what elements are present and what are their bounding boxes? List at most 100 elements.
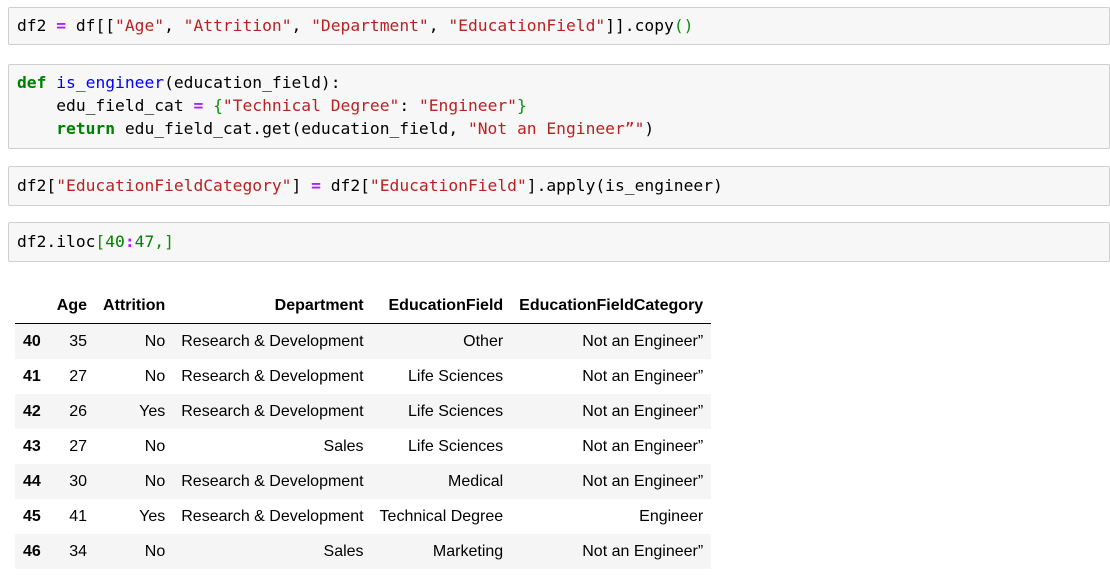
table-cell: Sales xyxy=(323,542,364,560)
table-cell: 27 xyxy=(69,437,88,455)
table-header-row: Age Attrition Department EducationField Educ… xyxy=(15,288,712,324)
table-cell: 26 xyxy=(69,402,88,420)
row-index: 46 xyxy=(23,542,41,560)
code-token: 40 xyxy=(105,232,125,251)
code-cell-4[interactable]: df2.iloc[40:47,] xyxy=(8,222,1110,262)
table-cell: No xyxy=(144,367,166,385)
code-token: "EducationField" xyxy=(369,176,527,195)
table-cell: Life Sciences xyxy=(408,437,504,455)
code-line: df2.iloc[40:47,] xyxy=(17,230,1101,253)
code-token: ]].copy xyxy=(605,16,674,35)
table-cell: Not an Engineer” xyxy=(582,332,704,350)
code-token: "EducationFieldCategory" xyxy=(56,176,292,195)
code-token: , xyxy=(428,16,449,35)
code-token: "Technical Degree" xyxy=(222,96,400,115)
code-cell-3[interactable]: df2["EducationFieldCategory"] = df2["Edu… xyxy=(8,166,1110,206)
code-line: edu_field_cat = {"Technical Degree": "En… xyxy=(17,94,1101,117)
table-cell: Not an Engineer” xyxy=(582,437,704,455)
code-cell-2[interactable]: def is_engineer(education_field): edu_fi… xyxy=(8,64,1110,149)
table-cell: Marketing xyxy=(432,542,504,560)
table-cell: Research & Development xyxy=(181,507,364,525)
table-cell: Not an Engineer” xyxy=(582,367,704,385)
column-header: Attrition xyxy=(95,288,174,324)
code-token: df[[ xyxy=(66,16,116,35)
code-token: ] xyxy=(291,176,312,195)
column-header: Age xyxy=(48,288,96,324)
code-cell-1[interactable]: df2 = df[["Age", "Attrition", "Departmen… xyxy=(8,7,1110,45)
column-header: EducationField xyxy=(371,288,512,324)
code-line: df2["EducationFieldCategory"] = df2["Edu… xyxy=(17,174,1101,197)
table-cell: Yes xyxy=(139,402,166,420)
row-index: 43 xyxy=(23,437,41,455)
code-token: , xyxy=(291,16,312,35)
table-cell: 35 xyxy=(69,332,88,350)
code-token: (education_field): xyxy=(164,73,341,92)
column-header: Department xyxy=(173,288,372,324)
code-token: = xyxy=(193,96,204,115)
table-row: 45 41 Yes Research & Development Technical D… xyxy=(15,499,711,534)
table-cell: Engineer xyxy=(639,507,704,525)
code-token: 47 xyxy=(134,232,155,251)
code-token: [ xyxy=(95,232,106,251)
code-token: ) xyxy=(644,119,655,138)
table-cell: Other xyxy=(463,332,504,350)
dataframe-output: Age Attrition Department EducationField Educ… xyxy=(15,288,712,569)
code-token: : xyxy=(399,96,419,115)
table-cell: Life Sciences xyxy=(408,367,504,385)
code-token: "Engineer" xyxy=(418,96,517,115)
table-row: 40 35 No Research & Development Other Not an … xyxy=(15,323,712,359)
code-token: ,] xyxy=(154,232,174,251)
table-cell: Not an Engineer” xyxy=(582,402,704,420)
table-cell: 34 xyxy=(69,542,88,560)
table-cell: Technical Degree xyxy=(379,507,504,525)
table-cell: Yes xyxy=(139,507,166,525)
table-cell: No xyxy=(144,437,166,455)
code-token: df2[ xyxy=(17,176,57,195)
table-cell: No xyxy=(144,472,166,490)
table-cell: Not an Engineer” xyxy=(582,472,704,490)
table-cell: Research & Development xyxy=(181,367,364,385)
table-cell: Sales xyxy=(323,437,364,455)
table-row: 43 27 No Sales Life Sciences Not an Engineer” xyxy=(15,429,711,464)
index-header xyxy=(15,288,49,324)
row-index: 41 xyxy=(23,367,41,385)
code-line: return edu_field_cat.get(education_field… xyxy=(17,117,1101,140)
row-index: 44 xyxy=(23,472,41,490)
code-token: "Not an Engineer”" xyxy=(467,119,645,138)
code-token: , xyxy=(164,16,184,35)
table-cell: No xyxy=(144,542,166,560)
table-cell: Research & Development xyxy=(181,472,364,490)
code-token: def xyxy=(17,73,47,92)
table-cell: 27 xyxy=(69,367,88,385)
table-row: 46 34 No Sales Marketing Not an Engineer” xyxy=(15,534,712,569)
code-line: df2 = df[["Age", "Attrition", "Departmen… xyxy=(17,14,1101,37)
table-row: 44 30 No Research & Development Medical Not a… xyxy=(15,464,712,499)
code-token: "Attrition" xyxy=(183,16,292,35)
table-cell: Life Sciences xyxy=(408,402,504,420)
code-token: is_engineer xyxy=(56,73,165,92)
code-token: return xyxy=(56,119,116,138)
code-token: edu_field_cat.get(education_field, xyxy=(115,119,468,138)
table-cell: 30 xyxy=(69,472,88,490)
code-token: } xyxy=(516,96,527,115)
code-line: def is_engineer(education_field): xyxy=(17,71,1101,94)
code-token: edu_field_cat xyxy=(17,96,194,115)
table-body: 40 35 No Research & Development Other Not an … xyxy=(15,323,712,569)
code-token: "EducationField" xyxy=(448,16,606,35)
table-cell: 41 xyxy=(69,507,88,525)
row-index: 40 xyxy=(23,332,41,350)
code-token: () xyxy=(673,16,694,35)
code-token: df2 xyxy=(17,16,57,35)
code-token: df2[ xyxy=(320,176,370,195)
code-token: "Age" xyxy=(115,16,165,35)
code-token: : xyxy=(124,232,135,251)
code-token: "Department" xyxy=(311,16,429,35)
row-index: 45 xyxy=(23,507,41,525)
column-header: EducationFieldCategory xyxy=(511,288,712,324)
code-token: = xyxy=(311,176,321,195)
row-index: 42 xyxy=(23,402,41,420)
table-row: 42 26 Yes Research & Development Life Scienc… xyxy=(15,394,712,429)
code-token: { xyxy=(213,96,223,115)
